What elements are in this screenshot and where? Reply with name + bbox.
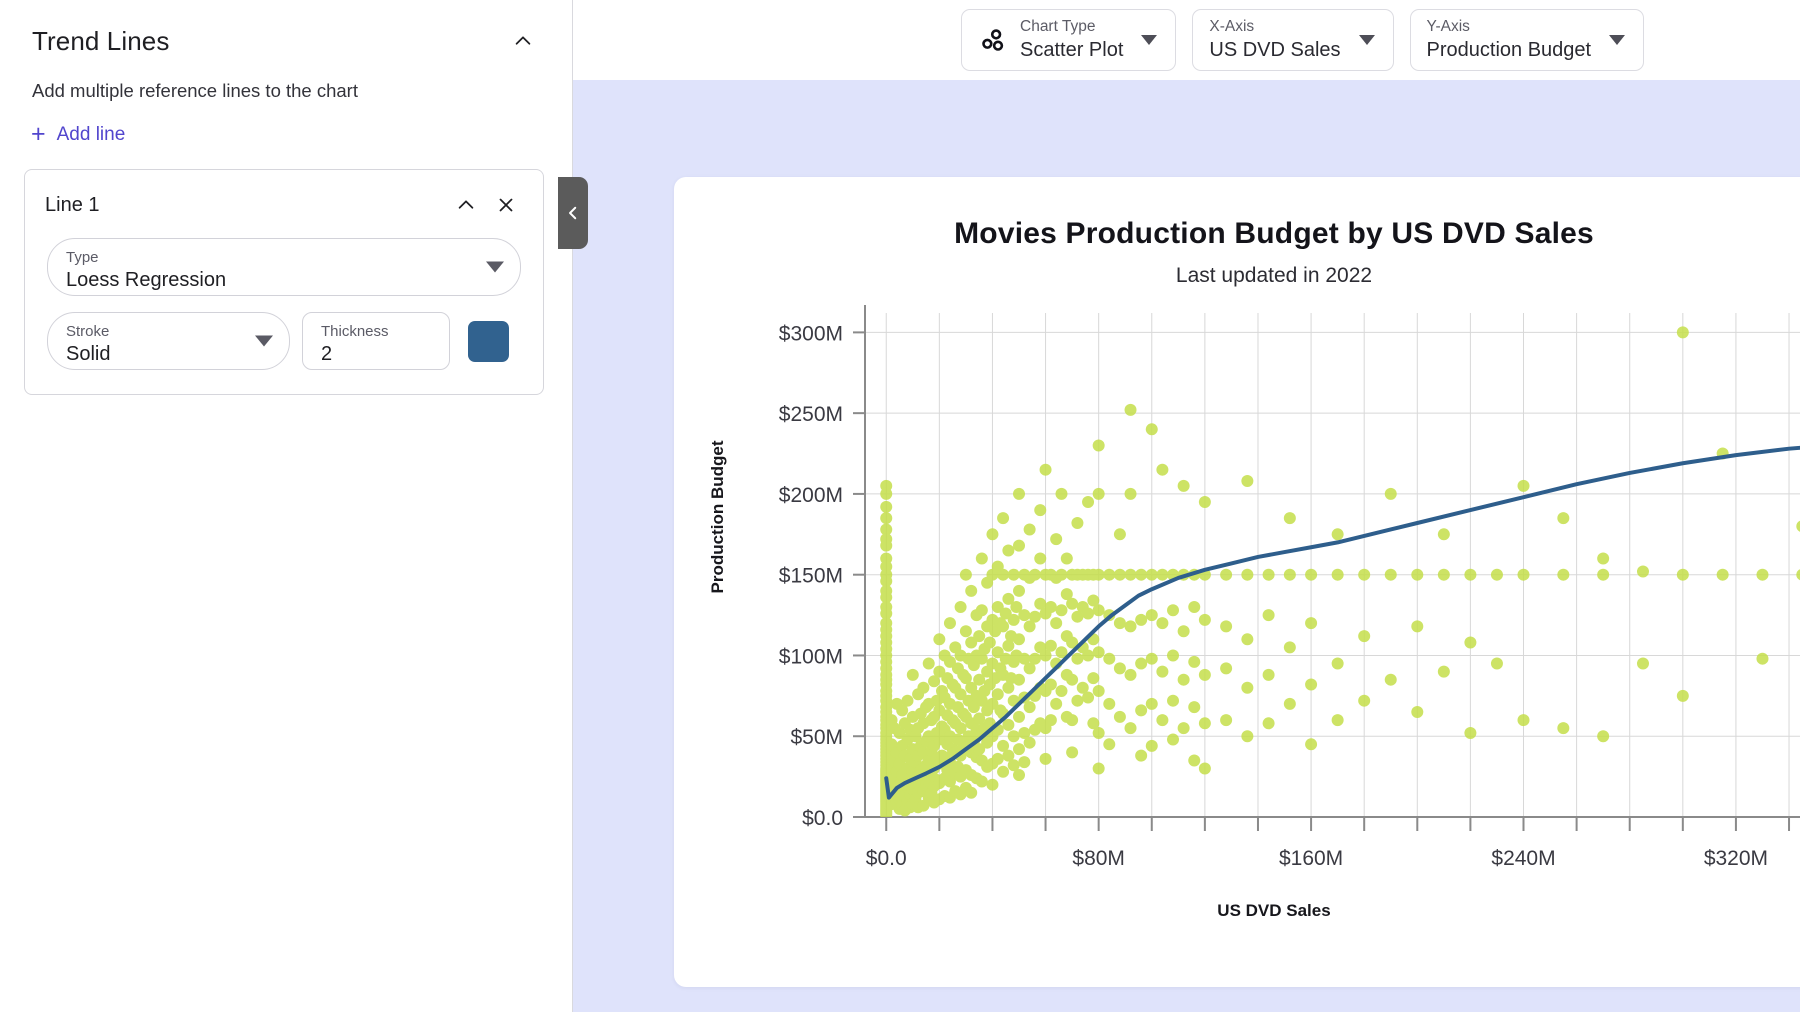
x-tick-label: $160M — [1279, 847, 1343, 870]
chart-canvas-area: Chart Type Scatter Plot X-Axis US DVD Sa… — [558, 0, 1800, 1012]
page-title: Trend Lines — [32, 25, 170, 56]
x-tick-label: $80M — [1072, 847, 1125, 870]
x-axis-label: X-Axis — [1209, 17, 1255, 35]
scatter-points — [880, 326, 1800, 817]
trend-type-value: Loess Regression — [66, 269, 227, 292]
y-axis-value: Production Budget — [1426, 39, 1592, 62]
x-tick-label: $320M — [1704, 847, 1768, 870]
chart-type-label: Chart Type — [1020, 17, 1096, 35]
chevron-up-icon — [515, 36, 531, 45]
type-field-row: Type Loess Regression — [47, 238, 521, 296]
panel-header: Trend Lines — [0, 0, 572, 58]
y-tick-label: $100M — [779, 645, 843, 668]
remove-line-button[interactable] — [489, 188, 523, 222]
chevron-left-icon — [569, 206, 577, 220]
trend-line-card-header: Line 1 — [25, 170, 543, 222]
thickness-label: Thickness — [321, 322, 389, 340]
chevron-down-icon — [255, 335, 273, 347]
y-tick-label: $50M — [790, 726, 843, 749]
y-tick-label: $250M — [779, 403, 843, 426]
chevron-up-icon — [458, 200, 474, 209]
y-tick-label: $150M — [779, 565, 843, 588]
stroke-value: Solid — [66, 343, 111, 366]
panel-description: Add multiple reference lines to the char… — [32, 80, 358, 101]
y-axis-dropdown[interactable]: Y-Axis Production Budget — [1409, 9, 1645, 71]
add-line-label: Add line — [56, 123, 126, 145]
thickness-input[interactable]: Thickness 2 — [302, 312, 450, 370]
trend-lines-panel: Trend Lines Add multiple reference lines… — [0, 0, 573, 1012]
chart-background: Movies Production Budget by US DVD Sales… — [558, 80, 1800, 1012]
trend-line-path — [884, 445, 1800, 800]
stroke-thickness-row: Stroke Solid Thickness 2 — [47, 312, 521, 370]
close-icon — [499, 198, 513, 212]
app-root: Trend Lines Add multiple reference lines… — [0, 0, 1800, 1012]
trend-line-title: Line 1 — [45, 193, 100, 216]
y-tick-label: $300M — [779, 322, 843, 345]
x-tick-label: $240M — [1491, 847, 1555, 870]
collapse-line-button[interactable] — [449, 188, 483, 222]
chart-type-value: Scatter Plot — [1020, 39, 1124, 62]
collapse-panel-button[interactable] — [506, 24, 540, 58]
chevron-down-icon — [1141, 35, 1158, 45]
trend-type-select[interactable]: Type Loess Regression — [47, 238, 521, 296]
add-line-button[interactable]: + Add line — [31, 122, 125, 147]
chevron-down-icon — [486, 261, 504, 273]
chevron-down-icon — [1609, 35, 1626, 45]
trend-line-card: Line 1 Type Loess Regression Stroke Soli… — [24, 169, 544, 395]
stroke-label: Stroke — [66, 322, 110, 340]
y-tick-label: $200M — [779, 484, 843, 507]
thickness-value: 2 — [321, 343, 333, 366]
scatter-plot-icon — [982, 29, 1004, 51]
panel-toggle-handle[interactable] — [558, 177, 588, 249]
plus-icon: + — [31, 120, 46, 148]
line-color-swatch[interactable] — [468, 320, 509, 362]
chevron-down-icon — [1358, 35, 1375, 45]
x-axis-value: US DVD Sales — [1209, 39, 1341, 62]
chart-card: Movies Production Budget by US DVD Sales… — [674, 177, 1800, 987]
chart-toolbar: Chart Type Scatter Plot X-Axis US DVD Sa… — [573, 0, 1800, 80]
y-axis-label: Y-Axis — [1426, 17, 1470, 35]
trend-type-label: Type — [66, 248, 99, 266]
x-axis-dropdown[interactable]: X-Axis US DVD Sales — [1192, 9, 1394, 71]
chart-type-dropdown[interactable]: Chart Type Scatter Plot — [961, 9, 1177, 71]
x-tick-label: $0.0 — [866, 847, 907, 870]
axes — [864, 305, 1800, 818]
y-tick-label: $0.0 — [802, 807, 843, 830]
stroke-select[interactable]: Stroke Solid — [47, 312, 290, 370]
scatter-plot: $0.0 $50M $100M $150M $200M $250M $300M $0.0 $80… — [779, 305, 1800, 870]
